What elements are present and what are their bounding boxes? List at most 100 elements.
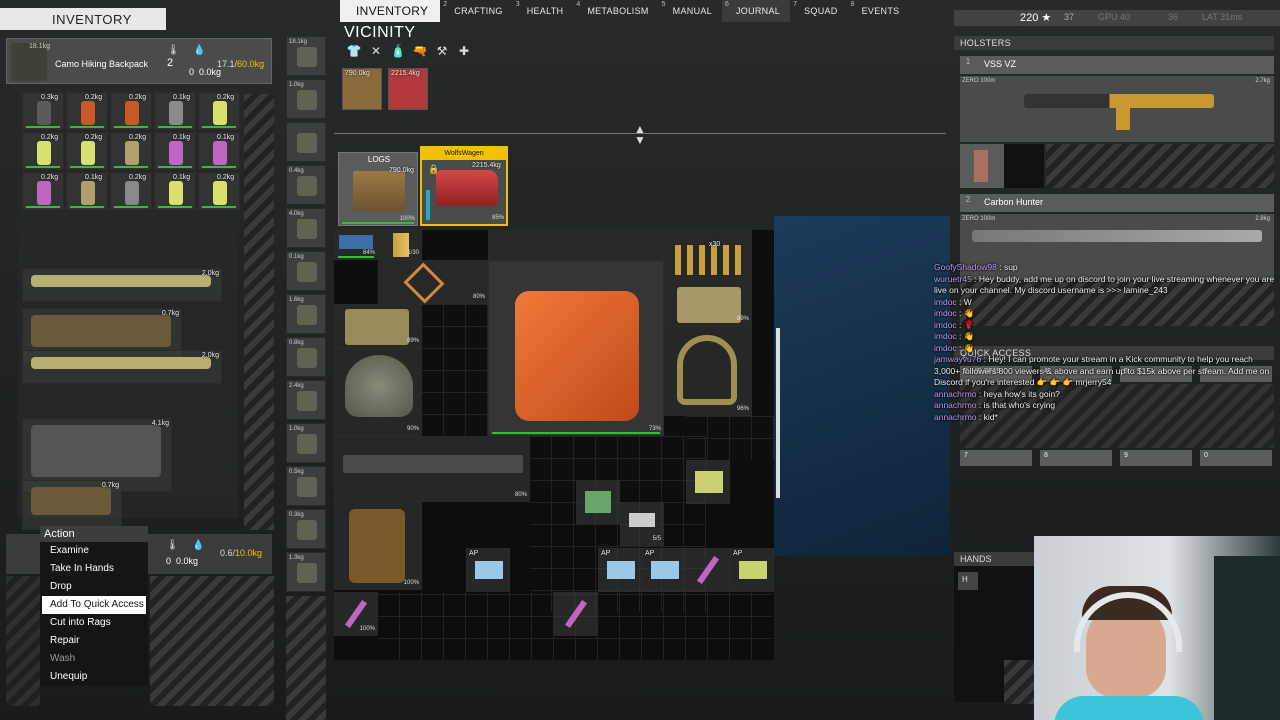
holster-2-header[interactable]: 2 Carbon Hunter <box>960 194 1274 212</box>
pills-item-1[interactable]: AP <box>466 548 510 592</box>
jerrycan-item[interactable]: 73% <box>488 260 664 436</box>
body-slot[interactable]: 4.0kg <box>286 208 326 248</box>
food-filter-icon[interactable]: 🧴 <box>390 44 406 58</box>
holster-1-weapon[interactable]: ZERO 100m 2.7kg <box>960 76 1274 142</box>
body-slot[interactable]: 2.4kg <box>286 380 326 420</box>
item-weight: 0.2kg <box>217 174 235 181</box>
helmet-item[interactable]: 90% <box>334 348 422 436</box>
tools-filter-icon[interactable]: ✕ <box>368 44 384 58</box>
ammo-box-item[interactable]: 84% <box>334 230 378 260</box>
body-slots-scroll[interactable] <box>286 596 326 720</box>
melee-filter-icon[interactable]: ⚒ <box>434 44 450 58</box>
item-icon <box>31 425 161 477</box>
cable-item[interactable] <box>488 230 664 260</box>
backpack-item[interactable]: 0.1kg <box>154 172 196 210</box>
backpack-item[interactable]: 0.1kg <box>154 132 196 170</box>
syringe-item-2[interactable] <box>686 548 730 592</box>
backpack-item[interactable]: 0.2kg <box>66 92 108 130</box>
backpack-large-item[interactable]: 2.0kg <box>22 268 222 302</box>
split-resize-handle[interactable]: ▲ ▼ <box>632 123 648 148</box>
weapon-filter-icon[interactable]: 🔫 <box>412 44 428 58</box>
tab-squad[interactable]: 7 SQUAD <box>790 0 848 22</box>
body-slot[interactable]: 0.5kg <box>286 466 326 506</box>
menu-item-repair[interactable]: Repair <box>40 632 148 650</box>
money-counter: 220 ★ <box>1020 11 1051 24</box>
backpack-large-item[interactable]: 2.0kg <box>22 350 222 384</box>
attachment-slot-empty[interactable] <box>1004 144 1044 188</box>
car-thumb[interactable]: 2215.4kg <box>388 68 428 110</box>
vicinity-scrollbar[interactable] <box>776 328 780 498</box>
knife-item[interactable]: 100% <box>334 592 378 636</box>
hands-slot[interactable]: H <box>958 572 978 590</box>
item-weight: 0.7kg <box>161 310 179 317</box>
chat-username: GoofyShadow98 <box>934 262 997 272</box>
menu-item-take-in-hands[interactable]: Take In Hands <box>40 560 148 578</box>
tab-metabolism[interactable]: 4 METABOLISM <box>573 0 658 22</box>
body-slot[interactable]: 1.6kg <box>286 294 326 334</box>
logs-thumb[interactable]: 790.0kg <box>342 68 382 110</box>
ammo-stack-item[interactable]: x30 <box>664 230 752 282</box>
belt-item[interactable]: 96% <box>664 326 752 416</box>
clothing-icon <box>297 520 317 540</box>
pills-item-4[interactable]: AP <box>730 548 774 592</box>
rags-item[interactable] <box>686 460 730 504</box>
tab-health[interactable]: 3 HEALTH <box>513 0 574 22</box>
backpack-container[interactable]: 18.1kg Camo Hiking Backpack 2 🌡 0 0.0kg … <box>6 38 272 84</box>
backpack-item[interactable]: 0.3kg <box>22 92 64 130</box>
tab-inventory[interactable]: INVENTORY <box>340 0 441 22</box>
backpack-item[interactable]: 89% <box>334 304 422 348</box>
backpack-item[interactable]: 0.2kg <box>198 172 240 210</box>
menu-item-drop[interactable]: Drop <box>40 578 148 596</box>
tab-crafting[interactable]: 2 CRAFTING <box>440 0 512 22</box>
body-slot[interactable]: 1.0kg <box>286 79 326 119</box>
magazine-icon <box>974 150 988 182</box>
syringe-item[interactable] <box>554 592 598 636</box>
clothing-filter-icon[interactable]: 👕 <box>346 44 362 58</box>
body-slot[interactable]: 0.1kg <box>286 251 326 291</box>
backpack-item[interactable]: 0.2kg <box>110 92 152 130</box>
body-slot[interactable]: 0.3kg <box>286 509 326 549</box>
medkit-item[interactable] <box>576 480 620 524</box>
backpack-large-item[interactable]: 0.7kg <box>22 480 122 530</box>
backpack-item[interactable]: 0.2kg <box>22 172 64 210</box>
jacket-item[interactable]: 100% <box>334 502 422 590</box>
tab-manual[interactable]: 5 MANUAL <box>659 0 722 22</box>
bullets-item[interactable]: 1/30 <box>378 230 422 260</box>
attachment-slot[interactable] <box>960 144 1004 188</box>
backpack-item[interactable]: 0.2kg <box>110 172 152 210</box>
body-slot[interactable]: 0.8kg <box>286 337 326 377</box>
jacket-icon <box>349 509 405 583</box>
backpack-item[interactable]: 0.1kg <box>198 132 240 170</box>
backpack-item[interactable]: 0.1kg <box>66 172 108 210</box>
body-slot[interactable]: 1.3kg <box>286 552 326 592</box>
backpack-item[interactable]: 0.2kg <box>110 132 152 170</box>
car-container[interactable]: WolfsWagen 2215.4kg 85% 🔒 <box>420 146 508 226</box>
tab-journal[interactable]: 6 JOURNAL <box>721 0 791 22</box>
backpack-item[interactable]: 0.2kg <box>198 92 240 130</box>
menu-item-unequip[interactable]: Unequip <box>40 668 148 686</box>
holster-1-header[interactable]: 1 VSS VZ <box>960 56 1274 74</box>
backpack-item[interactable]: 0.2kg <box>22 132 64 170</box>
item-condition: 89% <box>406 338 419 344</box>
tape-item[interactable]: 5/5 <box>620 502 664 546</box>
body-slot[interactable] <box>286 122 326 162</box>
body-slot[interactable]: 18.1kg <box>286 36 326 76</box>
tab-events[interactable]: 8 EVENTS <box>848 0 910 22</box>
inventory-scrollbar[interactable] <box>244 94 274 530</box>
backpack-item[interactable]: 0.2kg <box>66 132 108 170</box>
pills-item-3[interactable]: AP <box>642 548 686 592</box>
item-icon <box>213 101 227 125</box>
menu-item-examine[interactable]: Examine <box>40 542 148 560</box>
medical-filter-icon[interactable]: ✚ <box>456 44 472 58</box>
body-slot[interactable]: 0.4kg <box>286 165 326 205</box>
menu-item-cut-into-rags[interactable]: Cut into Rags <box>40 614 148 632</box>
smg-item[interactable]: 80% <box>334 436 530 502</box>
pills-item-2[interactable]: AP <box>598 548 642 592</box>
logs-container[interactable]: LOGS 790.0kg 100% <box>338 152 418 226</box>
plate-carrier-item[interactable]: 89% <box>664 282 752 326</box>
body-slot[interactable]: 1.0kg <box>286 423 326 463</box>
tab-hotkey: 5 <box>661 1 666 8</box>
backpack-item[interactable]: 0.1kg <box>154 92 196 130</box>
menu-item-add-to-quick-access[interactable]: Add To Quick Access <box>42 596 146 614</box>
rope-item[interactable]: 80% <box>378 260 488 304</box>
